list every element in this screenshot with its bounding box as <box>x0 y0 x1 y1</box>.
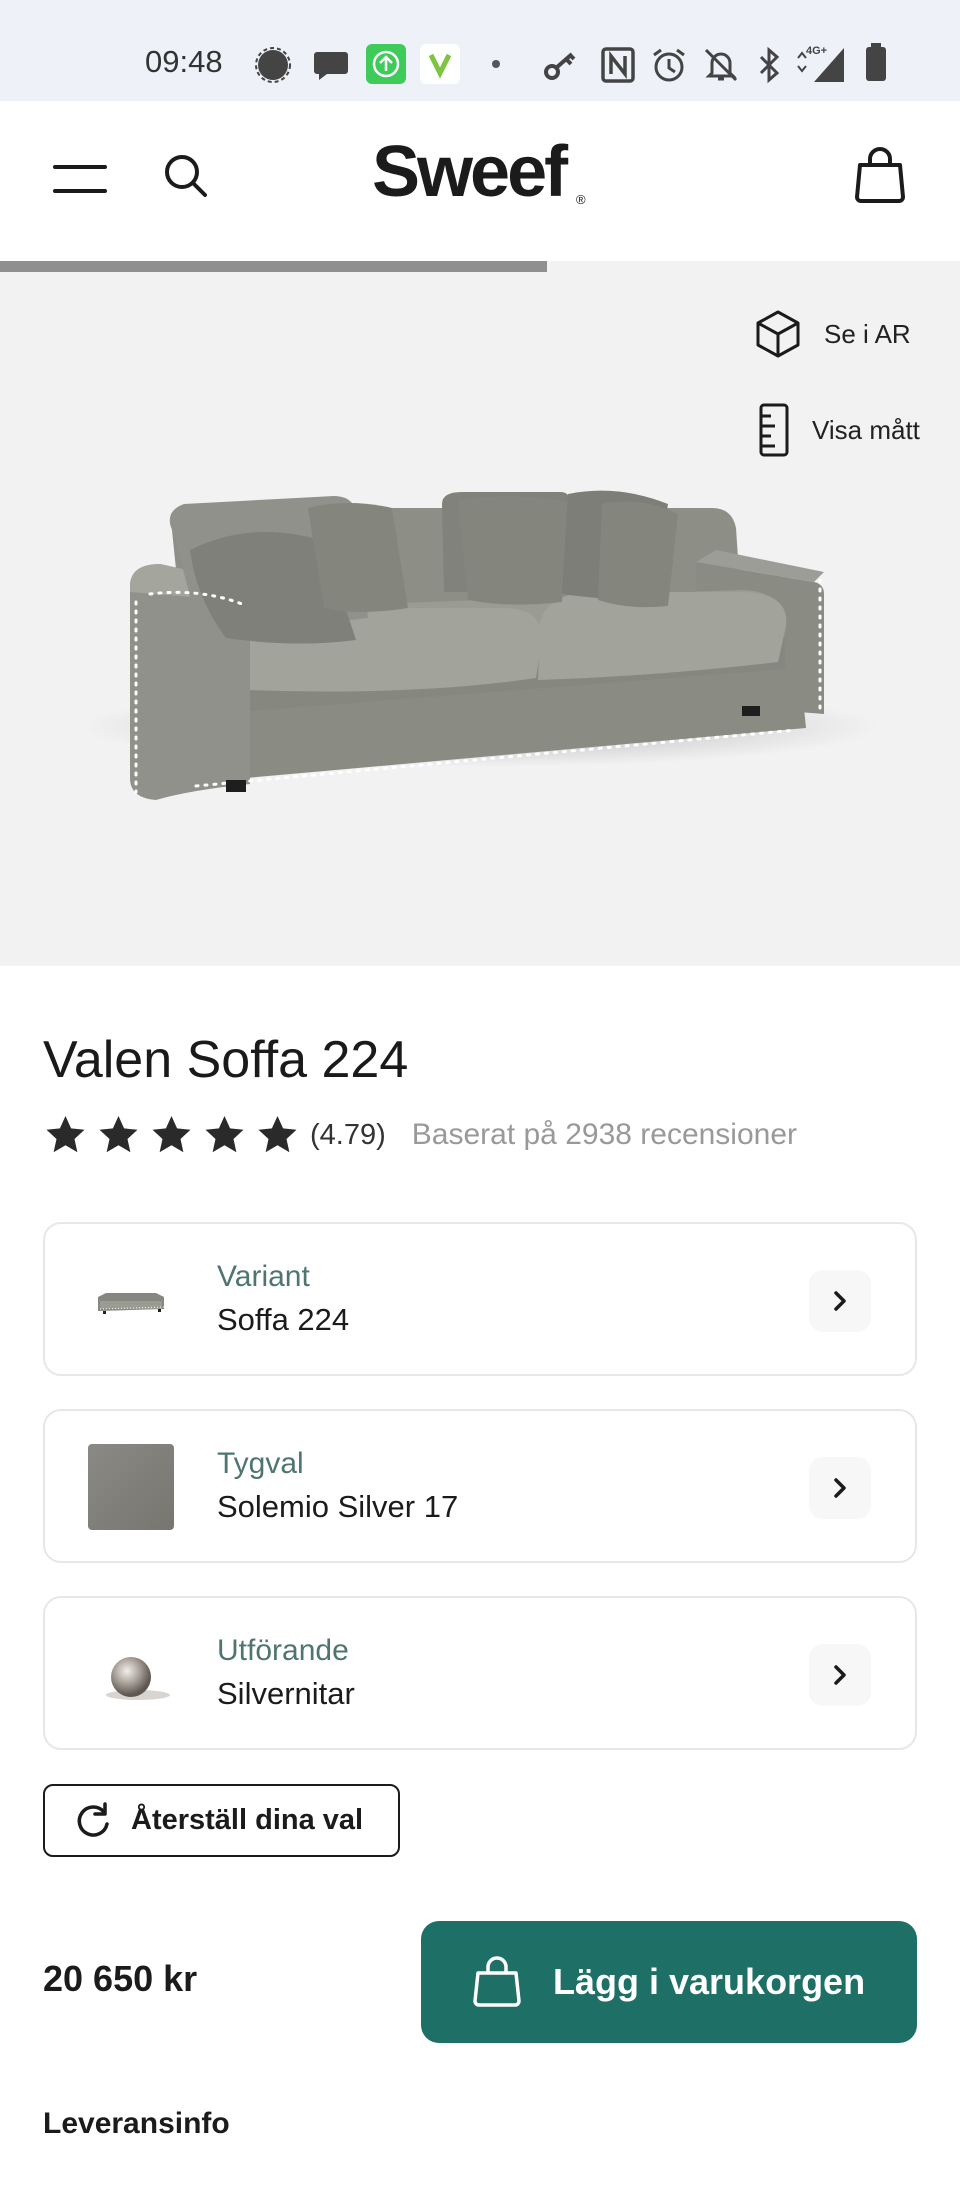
sofa-image <box>80 490 880 800</box>
mute-icon <box>704 48 738 82</box>
rating-stars <box>43 1114 308 1156</box>
option-variant[interactable]: Variant Soffa 224 <box>43 1222 917 1376</box>
refresh-icon <box>77 1801 109 1837</box>
option-finish[interactable]: Utförande Silvernitar <box>43 1596 917 1750</box>
dot-icon <box>492 60 500 68</box>
show-dimensions-button[interactable]: Visa mått <box>756 402 920 458</box>
view-in-ar-button[interactable]: Se i AR <box>752 308 911 360</box>
gallery-progress <box>0 261 960 272</box>
option-fabric[interactable]: Tygval Solemio Silver 17 <box>43 1409 917 1563</box>
menu-icon[interactable] <box>53 163 107 195</box>
signal-messenger-icon <box>255 47 291 83</box>
star-icon <box>99 1116 138 1153</box>
option-label: Utförande <box>217 1634 349 1667</box>
variant-thumbnail <box>88 1257 174 1343</box>
alarm-icon <box>653 48 685 82</box>
product-price: 20 650 kr <box>43 1958 198 1999</box>
option-value: Solemio Silver 17 <box>217 1489 459 1524</box>
reset-choices-label: Återställ dina val <box>131 1804 364 1836</box>
nfc-icon <box>601 47 635 83</box>
delivery-info-heading[interactable]: Leveransinfo <box>43 2107 230 2141</box>
view-in-ar-label: Se i AR <box>824 318 911 349</box>
network-4g-icon: 4G+ <box>797 45 844 82</box>
upload-icon <box>366 44 406 84</box>
option-label: Tygval <box>217 1447 304 1480</box>
reset-choices-button[interactable]: Återställ dina val <box>43 1784 400 1857</box>
rating-value: (4.79) <box>310 1118 386 1151</box>
option-value: Soffa 224 <box>217 1302 350 1337</box>
registered-mark: ® <box>576 192 586 207</box>
product-title: Valen Soffa 224 <box>43 1031 409 1089</box>
svg-text:4G+: 4G+ <box>806 45 827 57</box>
add-to-cart-label: Lägg i varukorgen <box>553 1961 866 2002</box>
star-icon <box>205 1116 244 1153</box>
search-icon[interactable] <box>163 153 209 199</box>
fabric-swatch <box>88 1444 174 1530</box>
review-count[interactable]: Baserat på 2938 recensioner <box>412 1118 797 1152</box>
finish-thumbnail <box>88 1631 174 1717</box>
status-time: 09:48 <box>145 44 223 79</box>
star-icon <box>46 1116 85 1153</box>
gallery-progress-fill <box>0 261 548 272</box>
rating-row[interactable]: (4.79) Baserat på 2938 recensioner <box>43 1112 797 1158</box>
star-icon <box>258 1116 297 1153</box>
status-bar: 09:48 4G+ <box>0 0 960 101</box>
cube-icon <box>756 310 800 358</box>
bag-icon[interactable] <box>853 145 907 203</box>
add-to-cart-button[interactable]: Lägg i varukorgen <box>421 1921 917 2043</box>
v-app-icon <box>420 44 460 84</box>
sweef-logo[interactable]: Sweef <box>372 131 568 213</box>
chevron-right-icon[interactable] <box>809 1644 871 1706</box>
chat-icon <box>314 52 348 80</box>
site-header: Sweef ® <box>0 101 960 261</box>
bag-icon <box>473 1956 521 2007</box>
show-dimensions-label: Visa mått <box>812 414 920 445</box>
star-icon <box>152 1116 191 1153</box>
chevron-right-icon[interactable] <box>809 1457 871 1519</box>
chevron-right-icon[interactable] <box>809 1270 871 1332</box>
battery-icon <box>866 43 886 81</box>
ruler-icon <box>759 403 789 457</box>
product-image-gallery[interactable]: Se i AR Visa mått <box>0 272 960 966</box>
key-icon <box>544 52 576 80</box>
option-label: Variant <box>217 1260 310 1293</box>
bluetooth-icon <box>759 46 780 84</box>
option-value: Silvernitar <box>217 1676 355 1711</box>
